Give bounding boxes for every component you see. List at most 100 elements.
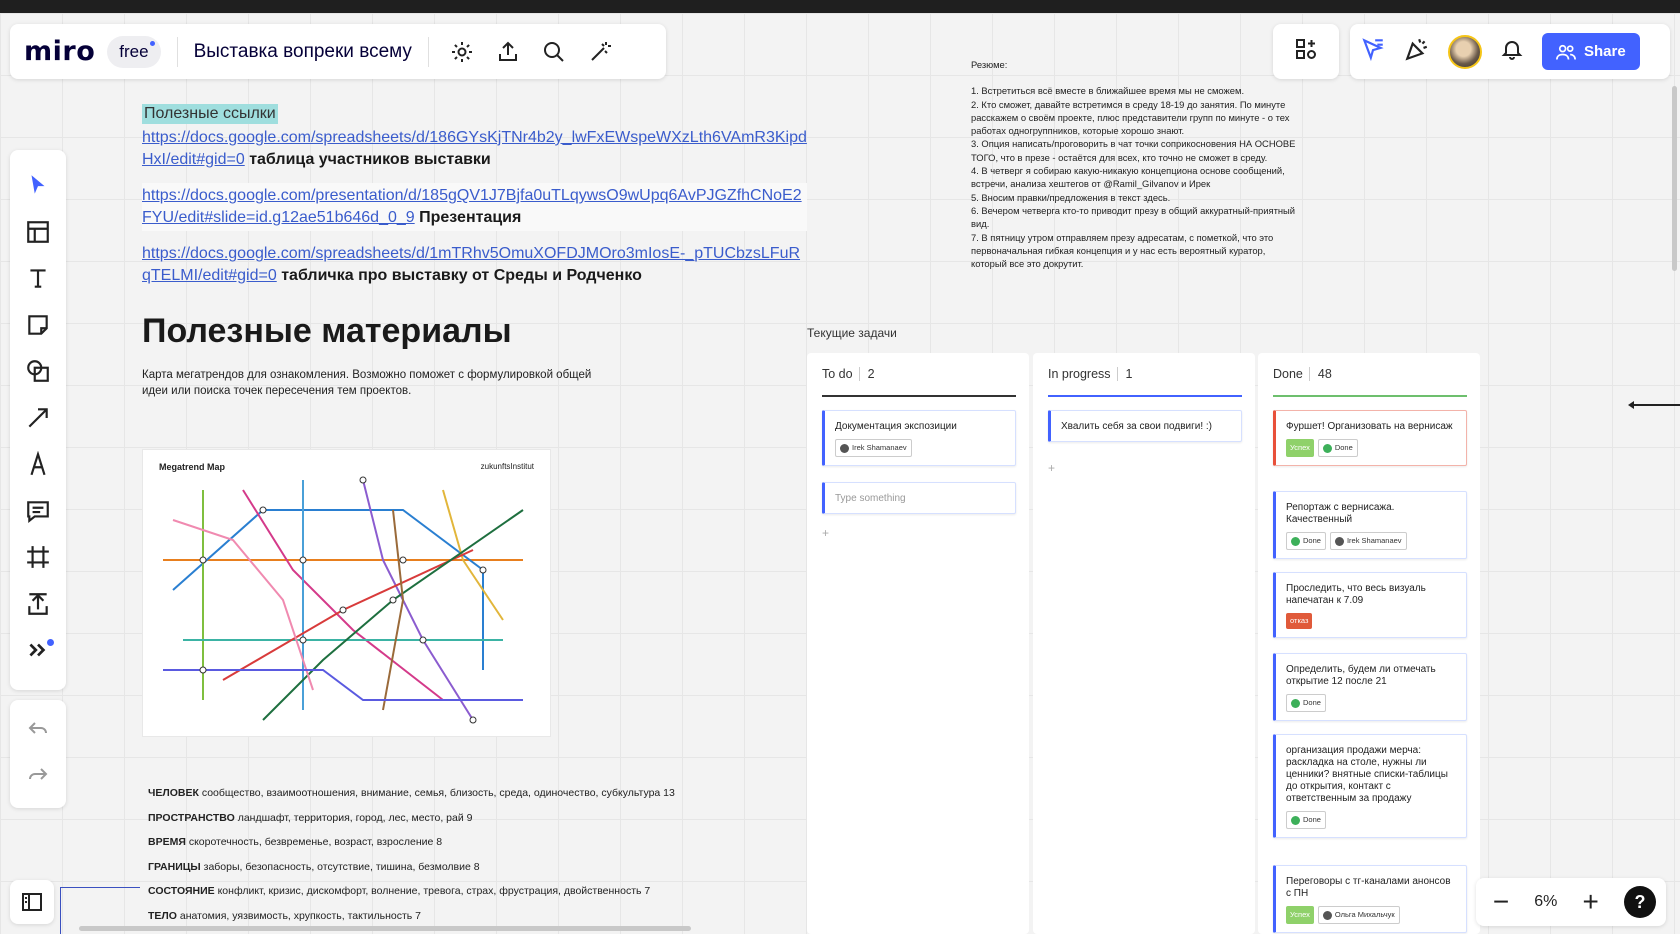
settings-icon[interactable] — [445, 35, 479, 69]
new-card-input[interactable]: Type something — [822, 482, 1016, 514]
status-tag[interactable]: Done — [1286, 532, 1326, 550]
column-divider — [1048, 395, 1242, 397]
divider — [427, 36, 429, 67]
link-description: Презентация — [419, 209, 522, 226]
theme-row: ГРАНИЦЫ заборы, безопасность, отсутствие… — [148, 855, 788, 880]
tag-label: Done — [1334, 443, 1353, 452]
status-tag[interactable]: Done — [1286, 694, 1326, 712]
card-text: Фуршет! Организовать на вернисаж — [1286, 421, 1453, 432]
kanban-card[interactable]: Определить, будем ли отмечать открытие 1… — [1273, 653, 1467, 721]
zoom-out-button[interactable]: − — [1486, 888, 1516, 916]
resume-title: Резюме: — [971, 59, 1008, 70]
kanban-column-done[interactable]: Done 48 Фуршет! Организовать на вернисаж У… — [1258, 353, 1480, 934]
kanban-card[interactable]: Хвалить себя за свои подвиги! :) — [1048, 410, 1242, 442]
resume-line: 2. Кто сможет, давайте встретимся в сред… — [971, 98, 1290, 137]
comment-icon[interactable] — [16, 488, 60, 535]
user-avatar-icon — [1334, 536, 1344, 546]
help-button[interactable]: ? — [1623, 886, 1656, 918]
board-canvas[interactable]: Полезные ссылки https://docs.google.com/… — [0, 13, 1680, 934]
left-toolbar — [10, 150, 66, 690]
miro-logo[interactable]: miro — [24, 36, 95, 67]
theme-row: СОСТОЯНИЕ конфликт, кризис, дискомфорт, … — [148, 879, 788, 904]
column-count: 1 — [1116, 367, 1133, 381]
card-text: Переговоры с тг-каналами анонсов с ПН — [1286, 876, 1451, 899]
shapes-icon[interactable] — [16, 348, 60, 395]
vertical-scrollbar[interactable] — [1672, 86, 1677, 271]
sticky-note-icon[interactable] — [16, 302, 60, 349]
resume-line: 6. Вечером четверга кто-то приводит през… — [971, 204, 1296, 230]
search-icon[interactable] — [537, 35, 571, 69]
tag-label: Успех — [1290, 443, 1310, 452]
useful-links-title: Полезные ссылки — [142, 104, 278, 124]
materials-description: Карта мегатрендов для ознакомления. Возм… — [142, 369, 592, 397]
assignee-tag[interactable]: Irek Shamanaev — [835, 439, 912, 457]
user-avatar[interactable] — [1448, 34, 1482, 69]
apps-icon[interactable] — [1294, 37, 1318, 66]
card-tags: Успех Done — [1286, 439, 1456, 457]
link-description: таблица участников выставки — [249, 151, 491, 168]
celebrate-icon[interactable] — [1404, 36, 1430, 67]
upload-icon[interactable] — [16, 581, 60, 628]
kanban-card[interactable]: Проследить, что весь визуаль напечатан к… — [1273, 572, 1467, 638]
kanban-card[interactable]: Переговоры с тг-каналами анонсов с ПН Усп… — [1273, 865, 1467, 933]
resume-note[interactable]: Резюме: 1. Встретиться всё вместе в ближ… — [971, 58, 1301, 270]
add-card-button[interactable]: + — [822, 526, 829, 540]
text-icon[interactable] — [16, 255, 60, 302]
card-text: Хвалить себя за свои подвиги! :) — [1061, 421, 1213, 432]
kanban-card[interactable]: организация продажи мерча: раскладка на … — [1273, 734, 1467, 838]
connector-arrow[interactable] — [1628, 401, 1680, 409]
bell-icon[interactable] — [1500, 37, 1524, 66]
themes-list: ЧЕЛОВЕК сообщество, взаимоотношения, вни… — [148, 781, 788, 928]
share-label: Share — [1584, 43, 1626, 60]
sidebar-toggle[interactable] — [10, 880, 54, 924]
kanban-card[interactable]: Репортаж с вернисажа. Качественный Done Ir… — [1273, 491, 1467, 559]
frame-icon[interactable] — [16, 534, 60, 581]
reactions-icon[interactable] — [1360, 36, 1386, 67]
resume-line: 1. Встретиться всё вместе в ближайшее вр… — [971, 85, 1245, 97]
materials-heading: Полезные материалы — [142, 312, 512, 350]
check-icon — [1291, 698, 1300, 708]
useful-links-block: Полезные ссылки https://docs.google.com/… — [142, 104, 807, 289]
status-tag[interactable]: Успех — [1286, 906, 1314, 924]
link-row: https://docs.google.com/spreadsheets/d/1… — [142, 125, 807, 173]
upload-icon[interactable] — [491, 35, 525, 69]
notification-dot — [47, 639, 54, 646]
board-title[interactable]: Выставка вопреки всему — [194, 41, 412, 63]
undo-icon[interactable] — [26, 717, 50, 746]
magic-icon[interactable] — [583, 35, 617, 69]
status-tag[interactable]: отказ — [1286, 613, 1313, 629]
kanban-card[interactable]: Фуршет! Организовать на вернисаж Успех Don… — [1273, 410, 1467, 466]
column-count: 48 — [1308, 367, 1332, 381]
share-button[interactable]: Share — [1542, 33, 1640, 70]
select-icon[interactable] — [16, 162, 60, 209]
kanban-column-todo[interactable]: To do 2 Документация экспозиции Irek Shama… — [807, 353, 1029, 934]
column-name: To do — [822, 367, 853, 381]
zoom-level[interactable]: 6% — [1534, 893, 1557, 911]
templates-icon[interactable] — [16, 209, 60, 256]
kanban-column-in-progress[interactable]: In progress 1 Хвалить себя за свои подвиг… — [1033, 353, 1255, 934]
line-icon[interactable] — [16, 395, 60, 442]
kanban-card[interactable]: Документация экспозиции Irek Shamanaev — [822, 410, 1016, 466]
column-name: Done — [1273, 367, 1303, 381]
status-tag[interactable]: Done — [1286, 811, 1326, 829]
assignee-tag[interactable]: Ольга Михальчук — [1317, 906, 1400, 924]
horizontal-scrollbar[interactable] — [79, 926, 691, 931]
status-tag[interactable]: Done — [1317, 439, 1358, 457]
more-tools-icon[interactable] — [16, 627, 60, 674]
zoom-in-button[interactable]: + — [1576, 888, 1606, 916]
card-tags: Done — [1286, 694, 1456, 712]
pen-icon[interactable] — [16, 441, 60, 488]
link-row: https://docs.google.com/spreadsheets/d/1… — [142, 241, 807, 289]
status-tag[interactable]: Успех — [1286, 439, 1314, 457]
megatrend-map-image[interactable]: Megatrend Map zukunftsInstitut — [142, 449, 551, 737]
resume-line: 3. Опция написать/проговорить в чат точк… — [971, 138, 1296, 163]
kanban-title: Текущие задачи — [807, 326, 897, 340]
tag-label: отказ — [1290, 616, 1309, 625]
add-card-button[interactable]: + — [1048, 461, 1055, 475]
resume-line: 7. В пятницу утром отправляем презу адре… — [971, 231, 1274, 270]
sidebar-icon — [22, 893, 42, 911]
plan-badge[interactable]: free — [107, 35, 161, 68]
redo-icon[interactable] — [26, 763, 50, 792]
tag-label: Irek Shamanaev — [1346, 536, 1402, 545]
assignee-tag[interactable]: Irek Shamanaev — [1329, 532, 1407, 550]
